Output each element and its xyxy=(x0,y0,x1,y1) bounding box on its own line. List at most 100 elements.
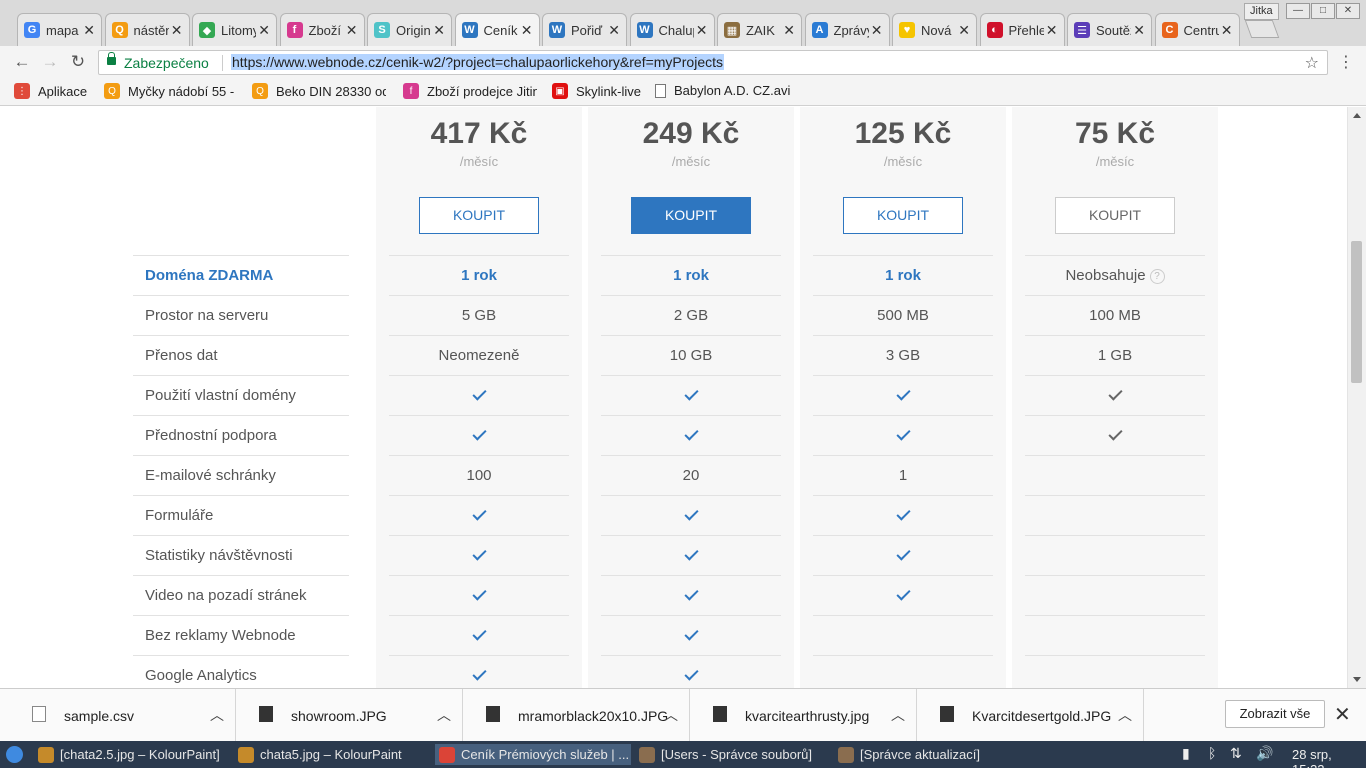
check-icon xyxy=(683,386,699,401)
bookmark-item[interactable]: Q Beko DIN 28330 od xyxy=(252,83,386,99)
bookmark-item[interactable]: ⋮ Aplikace xyxy=(14,83,87,99)
maximize-icon[interactable]: □ xyxy=(1311,3,1335,19)
close-tab-icon[interactable]: ✕ xyxy=(433,22,445,39)
tab-6[interactable]: W Ceník ✕ xyxy=(454,13,540,46)
url-text[interactable]: https://www.webnode.cz/cenik-w2/?project… xyxy=(231,54,725,70)
chevron-up-icon[interactable]: ︿ xyxy=(891,705,905,725)
chevron-up-icon[interactable]: ︿ xyxy=(437,705,451,725)
download-item[interactable]: Kvarcitdesertgold.JPG ︿ xyxy=(918,689,1144,742)
help-icon[interactable]: ? xyxy=(1149,268,1165,284)
close-tab-icon[interactable]: ✕ xyxy=(958,22,970,39)
scroll-down-icon[interactable] xyxy=(1353,677,1361,682)
close-tab-icon[interactable]: ✕ xyxy=(696,22,708,39)
new-tab-button[interactable] xyxy=(1244,20,1280,38)
bookmark-label: Babylon A.D. CZ.avi xyxy=(674,83,791,98)
feature-label: Přenos dat xyxy=(133,335,349,375)
profile-button[interactable]: Jitka xyxy=(1244,3,1279,20)
tab-8[interactable]: W Chalupa✕ xyxy=(629,13,715,46)
buy-button[interactable]: KOUPIT xyxy=(843,197,963,234)
document-icon xyxy=(655,83,666,98)
minimize-icon[interactable]: — xyxy=(1286,3,1310,19)
forward-icon[interactable]: → xyxy=(40,52,60,72)
feature-value: 100 MB xyxy=(1025,295,1205,335)
page-content: 417 Kč/měsíc KOUPIT 249 Kč/měsíc KOUPIT 125 … xyxy=(0,107,1347,688)
buy-button[interactable]: KOUPIT xyxy=(419,197,539,234)
feature-value-text: Neomezeně xyxy=(438,347,520,364)
feature-value: 20 xyxy=(601,455,781,495)
chevron-up-icon[interactable]: ︿ xyxy=(210,705,224,725)
bookmark-item[interactable]: f Zboží prodejce Jitin xyxy=(403,83,537,99)
tab-4[interactable]: f Zboží ✕ xyxy=(279,13,365,46)
scroll-up-icon[interactable] xyxy=(1353,113,1361,118)
feature-value-text: 1 rok xyxy=(885,267,921,284)
clock[interactable]: 28 srp, 15:32 xyxy=(1292,747,1366,768)
tab-14[interactable]: C Centrum✕ xyxy=(1154,13,1240,46)
apps-grid-icon: ⋮ xyxy=(14,83,30,99)
feature-value xyxy=(813,495,993,535)
chevron-up-icon[interactable]: ︿ xyxy=(1118,705,1132,725)
tab-9[interactable]: ▦ ZAIK ✕ xyxy=(717,13,802,46)
check-icon xyxy=(471,626,487,641)
scrollbar-thumb[interactable] xyxy=(1351,241,1362,383)
start-menu-icon[interactable] xyxy=(6,746,23,763)
tab-10[interactable]: A Zprávy✕ xyxy=(804,13,890,46)
taskbar-item[interactable]: [Správce aktualizací] xyxy=(834,744,1014,765)
tab-7[interactable]: W Pořiď ✕ xyxy=(542,13,627,46)
feature-value xyxy=(389,415,569,455)
plan-period: /měsíc xyxy=(1095,154,1135,169)
close-tab-icon[interactable]: ✕ xyxy=(871,22,883,39)
tab-3[interactable]: ◆ Litomyšl✕ xyxy=(192,13,277,46)
network-icon[interactable]: ⇅ xyxy=(1230,745,1242,762)
close-tab-icon[interactable]: ✕ xyxy=(608,22,620,39)
reload-icon[interactable]: ↻ xyxy=(68,52,88,72)
taskbar-item[interactable]: [Users - Správce souborů] xyxy=(635,744,830,765)
tab-2[interactable]: Qnástěnné✕ xyxy=(104,13,190,46)
bookmark-item[interactable]: ▣ Skylink-live xyxy=(552,83,641,99)
close-tab-icon[interactable]: ✕ xyxy=(1221,22,1233,39)
download-item[interactable]: sample.csv ︿ xyxy=(10,689,236,742)
tab-5[interactable]: S Originál✕ xyxy=(367,13,452,46)
taskbar-item[interactable]: chata5.jpg – KolourPaint xyxy=(234,744,430,765)
close-tab-icon[interactable]: ✕ xyxy=(783,22,795,39)
download-item[interactable]: mramorblack20x10.JPG ︿ xyxy=(464,689,690,742)
bookmark-item[interactable]: Q Myčky nádobí 55 - 6 xyxy=(104,83,238,99)
close-tab-icon[interactable]: ✕ xyxy=(521,22,533,39)
feature-value: 1 rok xyxy=(389,255,569,295)
close-tab-icon[interactable]: ✕ xyxy=(1046,22,1058,39)
taskbar-item[interactable]: Ceník Prémiových služeb | ... xyxy=(435,744,631,765)
vertical-scrollbar[interactable] xyxy=(1347,107,1366,688)
feature-value-text: 5 GB xyxy=(461,307,497,324)
menu-icon[interactable]: ⋮ xyxy=(1338,52,1354,72)
tab-1[interactable]: Gmapa ✕ xyxy=(17,13,102,46)
address-bar[interactable]: Zabezpečeno https://www.webnode.cz/cenik… xyxy=(98,50,1328,75)
buy-button[interactable]: KOUPIT xyxy=(1055,197,1175,234)
buy-button[interactable]: KOUPIT xyxy=(631,197,751,234)
close-tab-icon[interactable]: ✕ xyxy=(1133,22,1145,39)
download-item[interactable]: kvarcitearthrusty.jpg ︿ xyxy=(691,689,917,742)
taskbar-item[interactable]: [chata2.5.jpg – KolourPaint] xyxy=(34,744,229,765)
close-download-shelf-icon[interactable]: ✕ xyxy=(1334,702,1351,727)
tab-label: Litomyšl xyxy=(221,22,257,38)
battery-icon[interactable]: ▮ xyxy=(1182,745,1190,762)
show-all-downloads-button[interactable]: Zobrazit vše xyxy=(1225,700,1325,728)
download-item[interactable]: showroom.JPG ︿ xyxy=(237,689,463,742)
volume-icon[interactable]: 🔊 xyxy=(1256,745,1273,762)
tab-11[interactable]: ♥ Nová ✕ xyxy=(892,13,977,46)
bookmark-item[interactable]: Babylon A.D. CZ.avi xyxy=(655,83,790,98)
bookmark-star-icon[interactable]: ☆ xyxy=(1305,53,1319,73)
chevron-up-icon[interactable]: ︿ xyxy=(664,705,678,725)
close-tab-icon[interactable]: ✕ xyxy=(171,22,183,39)
back-icon[interactable]: ← xyxy=(12,52,32,72)
close-window-icon[interactable]: ✕ xyxy=(1336,3,1360,19)
tab-12[interactable]: ◐ Přehled✕ xyxy=(979,13,1065,46)
feature-value xyxy=(601,655,781,688)
tab-label: Soutěž xyxy=(1096,22,1131,38)
feature-value: Neobsahuje? xyxy=(1025,255,1205,295)
close-tab-icon[interactable]: ✕ xyxy=(258,22,270,39)
tab-13[interactable]: ☰ Soutěž✕ xyxy=(1067,13,1152,46)
feature-value: Neomezeně xyxy=(389,335,569,375)
tab-label: Přehled xyxy=(1008,22,1044,38)
close-tab-icon[interactable]: ✕ xyxy=(346,22,358,39)
close-tab-icon[interactable]: ✕ xyxy=(83,22,95,39)
bluetooth-icon[interactable]: ᛒ xyxy=(1208,745,1216,761)
